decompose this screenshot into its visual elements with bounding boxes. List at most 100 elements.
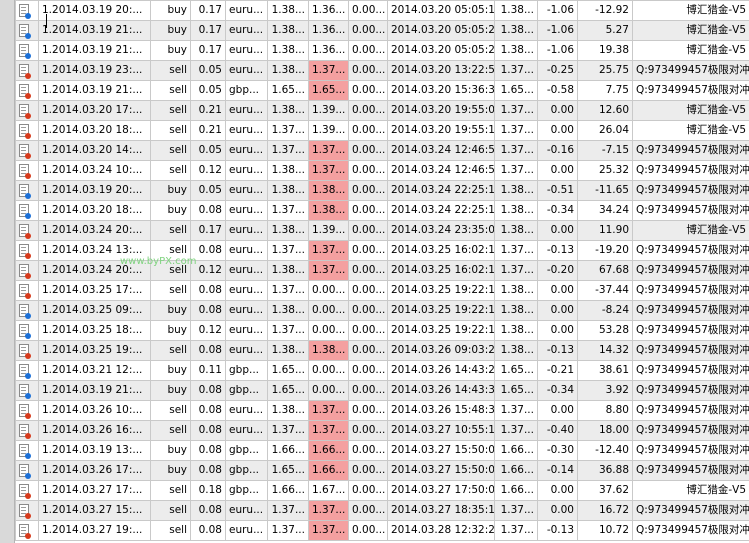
- table-row[interactable]: 1.2014.03.25 09:... buy 0.08 euru... 1.38...…: [15, 300, 749, 321]
- profit-cell: 8.80: [577, 400, 633, 421]
- comment-cell: 博汇猎金-V5: [632, 120, 749, 141]
- close-time-cell: 2014.03.24 22:25:11: [387, 200, 495, 221]
- profit-cell: 3.92: [577, 380, 633, 401]
- table-row[interactable]: 1.2014.03.20 14:... sell 0.05 euru... 1.37..…: [15, 140, 749, 161]
- order-icon-cell: [15, 40, 39, 61]
- table-row[interactable]: 1.2014.03.19 21:... buy 0.08 gbp... 1.65... 0…: [15, 380, 749, 401]
- order-icon-cell: [15, 220, 39, 241]
- table-row[interactable]: 1.2014.03.20 17:... sell 0.21 euru... 1.38..…: [15, 100, 749, 121]
- table-row[interactable]: 1.2014.03.24 10:... sell 0.12 euru... 1.38..…: [15, 160, 749, 181]
- profit-cell: -8.24: [577, 300, 633, 321]
- table-row[interactable]: 1.2014.03.24 20:... sell 0.17 euru... 1.38..…: [15, 220, 749, 241]
- profit-cell: 36.88: [577, 460, 633, 481]
- table-row[interactable]: 1.2014.03.25 19:... sell 0.08 euru... 1.38..…: [15, 340, 749, 361]
- type-cell: sell: [150, 160, 191, 181]
- comment-cell: 博汇猎金-V5: [632, 220, 749, 241]
- open-time-cell: 1.2014.03.19 13:...: [38, 440, 151, 461]
- size-cell: 0.08: [190, 280, 226, 301]
- open-price-cell: 1.37...: [267, 200, 309, 221]
- table-row[interactable]: 1.2014.03.20 18:... buy 0.08 euru... 1.37...…: [15, 200, 749, 221]
- profit-cell: 53.28: [577, 320, 633, 341]
- symbol-cell: euru...: [225, 320, 268, 341]
- close-time-cell: 2014.03.28 12:32:26: [387, 520, 495, 541]
- tp-cell: 0.00...: [348, 440, 388, 461]
- close-price-cell: 1.38...: [494, 340, 538, 361]
- table-row[interactable]: 1.2014.03.21 12:... buy 0.11 gbp... 1.65... 0…: [15, 360, 749, 381]
- order-icon-cell: [15, 400, 39, 421]
- size-cell: 0.05: [190, 140, 226, 161]
- order-icon-cell: [15, 60, 39, 81]
- table-row[interactable]: 1.2014.03.19 13:... buy 0.08 gbp... 1.66... 1…: [15, 440, 749, 461]
- open-price-cell: 1.37...: [267, 140, 309, 161]
- swap-cell: 0.00: [537, 160, 578, 181]
- table-row[interactable]: 1.2014.03.26 10:... sell 0.08 euru... 1.38..…: [15, 400, 749, 421]
- table-row[interactable]: 1.2014.03.25 17:... sell 0.08 euru... 1.37..…: [15, 280, 749, 301]
- swap-cell: 0.00: [537, 280, 578, 301]
- sl-cell: 1.36...: [308, 40, 349, 61]
- order-icon-cell: [15, 280, 39, 301]
- tp-cell: 0.00...: [348, 460, 388, 481]
- size-cell: 0.17: [190, 20, 226, 41]
- sell-order-icon: [19, 503, 31, 519]
- table-row[interactable]: 1.2014.03.25 18:... buy 0.12 euru... 1.37...…: [15, 320, 749, 341]
- size-cell: 0.08: [190, 300, 226, 321]
- type-cell: sell: [150, 280, 191, 301]
- tp-cell: 0.00...: [348, 520, 388, 541]
- table-row[interactable]: 1.2014.03.20 18:... sell 0.21 euru... 1.37..…: [15, 120, 749, 141]
- swap-cell: 0.00: [537, 120, 578, 141]
- tp-cell: 0.00...: [348, 100, 388, 121]
- open-time-cell: 1.2014.03.27 19:...: [38, 520, 151, 541]
- table-row[interactable]: 1.2014.03.19 23:... sell 0.05 euru... 1.38..…: [15, 60, 749, 81]
- sl-cell: 1.37...: [308, 60, 349, 81]
- type-cell: buy: [150, 0, 191, 21]
- open-price-cell: 1.38...: [267, 180, 309, 201]
- table-row[interactable]: 1.2014.03.24 20:... sell 0.12 euru... 1.38..…: [15, 260, 749, 281]
- table-row[interactable]: 1.2014.03.26 16:... sell 0.08 euru... 1.37..…: [15, 420, 749, 441]
- type-cell: buy: [150, 360, 191, 381]
- close-time-cell: 2014.03.26 14:43:29: [387, 360, 495, 381]
- tp-cell: 0.00...: [348, 280, 388, 301]
- close-time-cell: 2014.03.20 05:05:28: [387, 40, 495, 61]
- open-time-cell: 1.2014.03.21 12:...: [38, 360, 151, 381]
- table-row[interactable]: 1.2014.03.27 17:... sell 0.18 gbp... 1.66...…: [15, 480, 749, 501]
- type-cell: buy: [150, 460, 191, 481]
- swap-cell: -0.14: [537, 460, 578, 481]
- symbol-cell: euru...: [225, 140, 268, 161]
- sl-cell: 1.38...: [308, 200, 349, 221]
- symbol-cell: euru...: [225, 400, 268, 421]
- table-row[interactable]: 1.2014.03.19 21:... sell 0.05 gbp... 1.65...…: [15, 80, 749, 101]
- close-time-cell: 2014.03.20 19:55:12: [387, 120, 495, 141]
- profit-cell: 10.72: [577, 520, 633, 541]
- order-icon-cell: [15, 260, 39, 281]
- sl-cell: 1.38...: [308, 340, 349, 361]
- close-price-cell: 1.37...: [494, 120, 538, 141]
- table-row[interactable]: 1.2014.03.24 13:... sell 0.08 euru... 1.37..…: [15, 240, 749, 261]
- open-price-cell: 1.37...: [267, 280, 309, 301]
- type-cell: sell: [150, 420, 191, 441]
- order-icon-cell: [15, 520, 39, 541]
- sell-order-icon: [19, 123, 31, 139]
- table-row[interactable]: 1.2014.03.19 20:... buy 0.17 euru... 1.38...…: [15, 0, 749, 21]
- open-price-cell: 1.65...: [267, 80, 309, 101]
- open-time-cell: 1.2014.03.20 17:...: [38, 100, 151, 121]
- tp-cell: 0.00...: [348, 120, 388, 141]
- order-icon-cell: [15, 200, 39, 221]
- open-price-cell: 1.37...: [267, 320, 309, 341]
- close-time-cell: 2014.03.25 16:02:18: [387, 260, 495, 281]
- open-time-cell: 1.2014.03.27 15:...: [38, 500, 151, 521]
- symbol-cell: euru...: [225, 200, 268, 221]
- close-price-cell: 1.65...: [494, 380, 538, 401]
- table-row[interactable]: 1.2014.03.19 21:... buy 0.17 euru... 1.38...…: [15, 40, 749, 61]
- sl-cell: 1.37...: [308, 240, 349, 261]
- buy-order-icon: [19, 463, 31, 479]
- table-row[interactable]: 1.2014.03.27 15:... sell 0.08 euru... 1.37..…: [15, 500, 749, 521]
- table-row[interactable]: 1.2014.03.27 19:... sell 0.08 euru... 1.37..…: [15, 520, 749, 541]
- type-cell: sell: [150, 500, 191, 521]
- table-row[interactable]: 1.2014.03.19 21:... buy 0.17 euru... 1.38...…: [15, 20, 749, 41]
- tp-cell: 0.00...: [348, 300, 388, 321]
- order-icon-cell: [15, 20, 39, 41]
- table-row[interactable]: 1.2014.03.19 20:... buy 0.05 euru... 1.38...…: [15, 180, 749, 201]
- symbol-cell: euru...: [225, 160, 268, 181]
- table-row[interactable]: 1.2014.03.26 17:... buy 0.08 gbp... 1.65... 1…: [15, 460, 749, 481]
- buy-order-icon: [19, 303, 31, 319]
